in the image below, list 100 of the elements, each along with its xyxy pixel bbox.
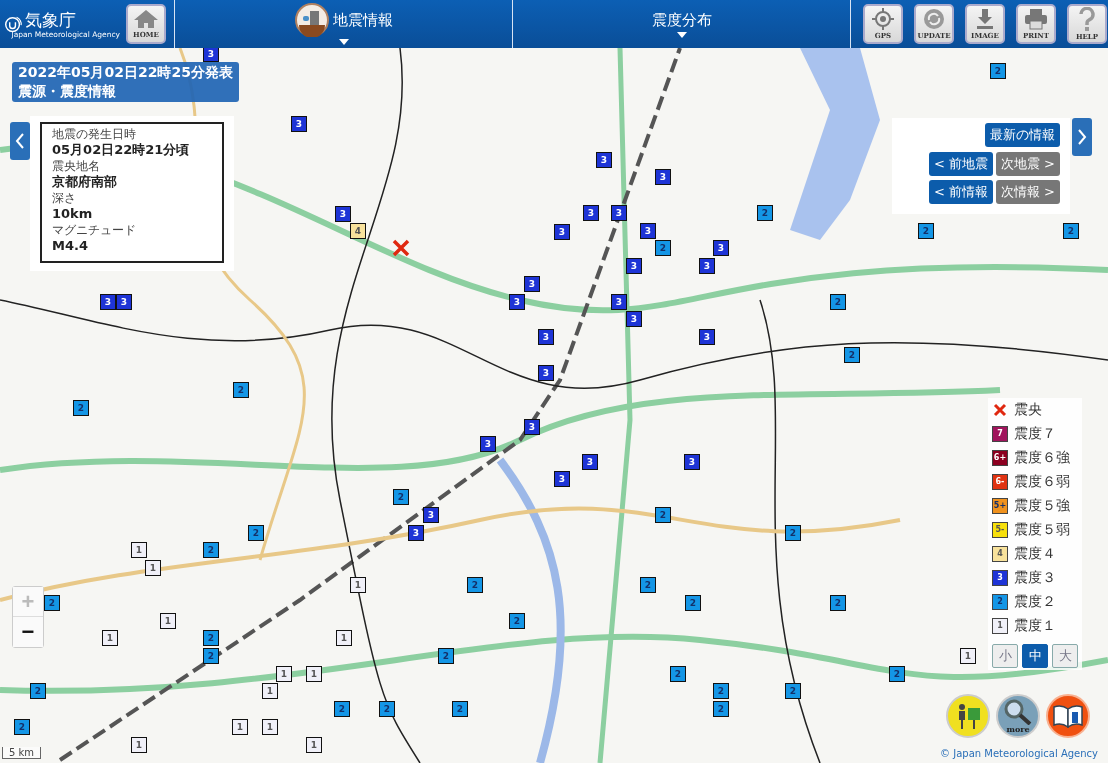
previous-arrow-button[interactable] [10, 122, 30, 160]
intensity-marker[interactable]: 1 [262, 719, 278, 735]
intensity-marker[interactable]: 1 [232, 719, 248, 735]
latest-info-button[interactable]: 最新の情報 [985, 123, 1060, 147]
intensity-marker[interactable]: 2 [844, 347, 860, 363]
intensity-marker[interactable]: 2 [203, 542, 219, 558]
intensity-marker[interactable]: 2 [830, 595, 846, 611]
intensity-marker[interactable]: 2 [640, 577, 656, 593]
intensity-marker[interactable]: 3 [524, 276, 540, 292]
intensity-marker[interactable]: 3 [699, 329, 715, 345]
caret-icon [676, 31, 687, 38]
intensity-marker[interactable]: 2 [830, 294, 846, 310]
intensity-marker[interactable]: 2 [1063, 223, 1079, 239]
intensity-marker[interactable]: 2 [203, 630, 219, 646]
intensity-marker[interactable]: 3 [408, 525, 424, 541]
intensity-marker[interactable]: 1 [306, 666, 322, 682]
size-button[interactable]: 大 [1052, 644, 1078, 668]
intensity-marker[interactable]: 2 [757, 205, 773, 221]
info-label: 深さ [52, 191, 77, 205]
intensity-marker[interactable]: 3 [655, 169, 671, 185]
intensity-marker[interactable]: 3 [699, 258, 715, 274]
intensity-marker[interactable]: 3 [626, 311, 642, 327]
intensity-marker[interactable]: 3 [611, 294, 627, 310]
intensity-marker[interactable]: 3 [554, 224, 570, 240]
intensity-marker[interactable]: 2 [785, 525, 801, 541]
intensity-marker[interactable]: 3 [626, 258, 642, 274]
intensity-marker[interactable]: 3 [640, 223, 656, 239]
intensity-marker[interactable]: 2 [685, 595, 701, 611]
intensity-marker[interactable]: 3 [423, 507, 439, 523]
intensity-marker[interactable]: 2 [334, 701, 350, 717]
scale-bar: 5 km [2, 747, 42, 759]
intensity-marker[interactable]: 2 [393, 489, 409, 505]
intensity-marker[interactable]: 2 [509, 613, 525, 629]
size-button[interactable]: 中 [1022, 644, 1048, 668]
intensity-marker[interactable]: 3 [100, 294, 116, 310]
intensity-marker[interactable]: 2 [438, 648, 454, 664]
intensity-marker[interactable]: 2 [248, 525, 264, 541]
intensity-marker[interactable]: 2 [713, 683, 729, 699]
intensity-marker[interactable]: 2 [670, 666, 686, 682]
intensity-marker[interactable]: 2 [30, 683, 46, 699]
intensity-marker[interactable]: 2 [467, 577, 483, 593]
intensity-marker[interactable]: 3 [524, 419, 540, 435]
intensity-marker[interactable]: 2 [655, 240, 671, 256]
info-value: 05月02日22時21分頃 [52, 141, 191, 159]
intensity-marker[interactable]: 3 [713, 240, 729, 256]
intensity-marker[interactable]: 3 [554, 471, 570, 487]
info-value: M4.4 [52, 237, 89, 255]
zoom-button[interactable]: − [13, 617, 43, 647]
intensity-marker[interactable]: 2 [14, 719, 30, 735]
nav-button[interactable]: < 前情報 [928, 180, 993, 204]
intensity-swatch: 6+ [992, 449, 1008, 466]
intensity-marker[interactable]: 1 [131, 737, 147, 753]
intensity-marker[interactable]: 3 [203, 48, 219, 62]
intensity-marker[interactable]: 2 [44, 595, 60, 611]
intensity-marker[interactable]: 2 [73, 400, 89, 416]
intensity-marker[interactable]: 3 [509, 294, 525, 310]
size-button[interactable]: 小 [992, 644, 1018, 668]
legend-label: 震度６強 [1014, 448, 1070, 467]
intensity-marker[interactable]: 2 [452, 701, 468, 717]
intensity-marker[interactable]: 2 [379, 701, 395, 717]
next-arrow-button[interactable] [1072, 118, 1092, 156]
intensity-marker[interactable]: 3 [582, 454, 598, 470]
intensity-marker[interactable]: 1 [306, 737, 322, 753]
intensity-marker[interactable]: 1 [262, 683, 278, 699]
info-label: マグニチュード [52, 223, 137, 237]
legend-label: 震度５弱 [1014, 520, 1070, 539]
chevron-right-icon [1077, 128, 1087, 146]
legend-label: 震度６弱 [1014, 472, 1070, 491]
intensity-marker[interactable]: 2 [203, 648, 219, 664]
intensity-marker[interactable]: 3 [335, 206, 351, 222]
intensity-marker[interactable]: 2 [233, 382, 249, 398]
intensity-swatch: 7 [992, 425, 1008, 442]
intensity-marker[interactable]: 3 [538, 365, 554, 381]
legend-label: 震度２ [1014, 592, 1056, 611]
intensity-marker[interactable]: 2 [713, 701, 729, 717]
intensity-marker[interactable]: 3 [116, 294, 132, 310]
intensity-marker[interactable]: 2 [785, 683, 801, 699]
intensity-marker[interactable]: 1 [960, 648, 976, 664]
intensity-marker[interactable]: 2 [889, 666, 905, 682]
intensity-marker[interactable]: 3 [583, 205, 599, 221]
intensity-marker[interactable]: 3 [291, 116, 307, 132]
intensity-marker[interactable]: 1 [131, 542, 147, 558]
house-icon [133, 9, 159, 29]
intensity-marker[interactable]: 1 [336, 630, 352, 646]
intensity-marker[interactable]: 2 [918, 223, 934, 239]
intensity-marker[interactable]: 1 [145, 560, 161, 576]
intensity-marker[interactable]: 3 [480, 436, 496, 452]
report-title: 2022年05月02日22時25分発表 震源・震度情報 [12, 62, 239, 102]
nav-button[interactable]: < 前地震 [928, 152, 993, 176]
intensity-marker[interactable]: 1 [160, 613, 176, 629]
intensity-marker[interactable]: 2 [990, 63, 1006, 79]
intensity-marker[interactable]: 4 [350, 223, 366, 239]
intensity-marker[interactable]: 3 [538, 329, 554, 345]
intensity-marker[interactable]: 1 [350, 577, 366, 593]
intensity-marker[interactable]: 3 [611, 205, 627, 221]
intensity-marker[interactable]: 1 [276, 666, 292, 682]
intensity-marker[interactable]: 1 [102, 630, 118, 646]
intensity-marker[interactable]: 3 [684, 454, 700, 470]
intensity-marker[interactable]: 3 [596, 152, 612, 168]
intensity-marker[interactable]: 2 [655, 507, 671, 523]
